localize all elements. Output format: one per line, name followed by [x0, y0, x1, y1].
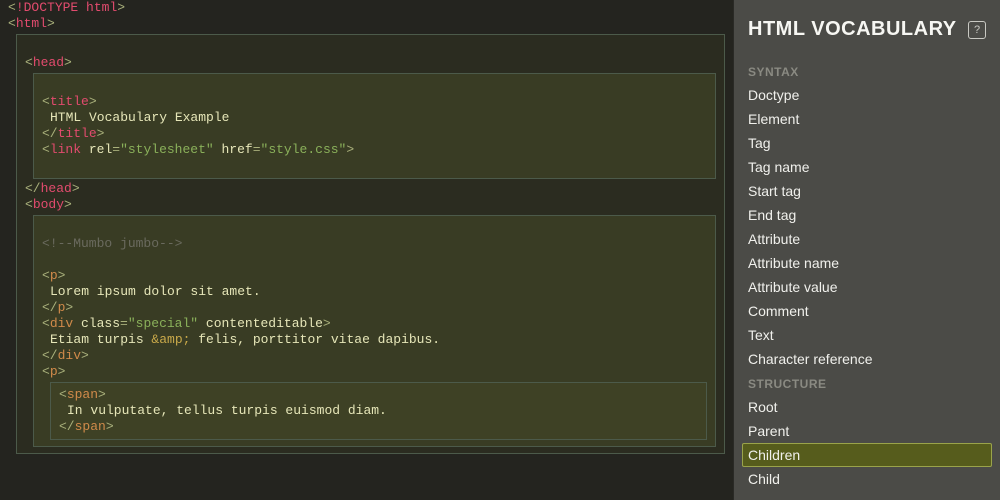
- code-line: <link rel="stylesheet" href="style.css">: [42, 142, 707, 158]
- vocab-item[interactable]: Attribute value: [742, 275, 992, 299]
- vocab-item[interactable]: Text: [742, 323, 992, 347]
- vocab-item[interactable]: Comment: [742, 299, 992, 323]
- code-line: <span>: [59, 387, 698, 403]
- vocab-item[interactable]: Tag name: [742, 155, 992, 179]
- vocab-item[interactable]: Doctype: [742, 83, 992, 107]
- head-element-box: <title> HTML Vocabulary Example </title>…: [33, 73, 716, 179]
- vocab-item[interactable]: Attribute: [742, 227, 992, 251]
- vocab-item[interactable]: Character reference: [742, 347, 992, 371]
- help-button[interactable]: ?: [968, 21, 986, 39]
- code-line: </title>: [42, 126, 707, 142]
- vocab-item[interactable]: Element: [742, 107, 992, 131]
- code-line: <p>: [42, 364, 707, 380]
- code-line: <p>: [42, 268, 707, 284]
- vocab-item[interactable]: Parent: [742, 419, 992, 443]
- code-line: <!DOCTYPE html>: [8, 0, 725, 16]
- vocab-list: SYNTAXDoctypeElementTagTag nameStart tag…: [734, 55, 1000, 500]
- body-element-box: <!--Mumbo jumbo--> <p> Lorem ipsum dolor…: [33, 215, 716, 447]
- code-line: <title>: [42, 94, 707, 110]
- code-line: HTML Vocabulary Example: [42, 110, 707, 126]
- vocab-section-label: SYNTAX: [742, 59, 992, 83]
- vocab-item[interactable]: Attribute name: [742, 251, 992, 275]
- code-line: Lorem ipsum dolor sit amet.: [42, 284, 707, 300]
- code-line: <!--Mumbo jumbo-->: [42, 236, 707, 252]
- code-line: Etiam turpis &amp; felis, porttitor vita…: [42, 332, 707, 348]
- code-line: </div>: [42, 348, 707, 364]
- code-line: <html>: [8, 16, 725, 32]
- sidebar-title: HTML VOCABULARY: [748, 18, 968, 41]
- vocab-item[interactable]: Tag: [742, 131, 992, 155]
- code-line: <div class="special" contenteditable>: [42, 316, 707, 332]
- vocab-item[interactable]: Start tag: [742, 179, 992, 203]
- code-line: </head>: [25, 181, 716, 197]
- vocab-item[interactable]: End tag: [742, 203, 992, 227]
- sidebar-header: HTML VOCABULARY ?: [734, 0, 1000, 55]
- code-line: </p>: [42, 300, 707, 316]
- code-pane: <!DOCTYPE html> <html> <head> <title> HT…: [0, 0, 733, 500]
- sidebar: HTML VOCABULARY ? SYNTAXDoctypeElementTa…: [733, 0, 1000, 500]
- vocab-item[interactable]: Children: [742, 443, 992, 467]
- p-element-box: <span> In vulputate, tellus turpis euism…: [50, 382, 707, 440]
- vocab-item[interactable]: Root: [742, 395, 992, 419]
- code-line: </span>: [59, 419, 698, 435]
- code-line: In vulputate, tellus turpis euismod diam…: [59, 403, 698, 419]
- vocab-item[interactable]: Child: [742, 467, 992, 491]
- html-element-box: <head> <title> HTML Vocabulary Example <…: [16, 34, 725, 454]
- vocab-section-label: STRUCTURE: [742, 371, 992, 395]
- code-line: <head>: [25, 55, 716, 71]
- code-line: <body>: [25, 197, 716, 213]
